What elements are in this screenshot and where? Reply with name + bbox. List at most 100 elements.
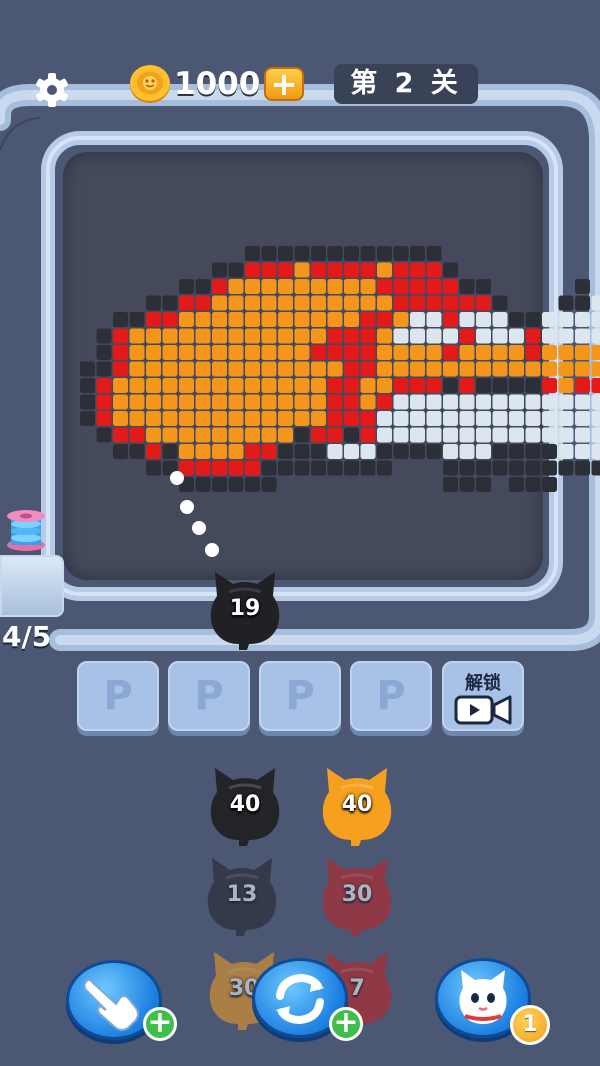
queue-cat[interactable]: 13 [200, 852, 284, 938]
slot-2[interactable]: P [168, 661, 250, 731]
active-cat[interactable]: 19 [203, 566, 287, 652]
pixel-block [179, 444, 194, 459]
pixel-block [162, 312, 178, 327]
pixel-block [344, 378, 359, 393]
pixel-block [212, 328, 227, 344]
pixel-block [212, 345, 227, 360]
pixel-block [245, 444, 260, 459]
pixel-block [195, 328, 211, 344]
pixel-block [278, 262, 293, 278]
hand-booster-add[interactable]: + [143, 1005, 177, 1041]
pixel-block [245, 427, 260, 443]
pixel-block [443, 345, 458, 360]
pixel-block [113, 378, 128, 393]
pixel-block [327, 427, 343, 443]
pixel-block [129, 378, 145, 393]
pixel-block [113, 411, 128, 426]
pixel-block [146, 394, 161, 410]
pixel-block [410, 246, 425, 261]
hand-booster-button[interactable]: + [66, 960, 177, 1041]
pixel-block [344, 328, 359, 344]
pixel-block [278, 444, 293, 459]
pixel-block [377, 279, 392, 294]
pixel-block [459, 361, 475, 377]
pixel-block [294, 361, 310, 377]
pixel-block [509, 394, 524, 410]
pixel-block [443, 460, 458, 476]
pixel-block [212, 279, 227, 294]
pixel-block [96, 378, 112, 393]
pixel-block [228, 460, 244, 476]
gear-icon[interactable] [30, 70, 74, 110]
pixel-block [476, 444, 491, 459]
pixel-block [80, 394, 95, 410]
pixel-block [393, 345, 409, 360]
pixel-block [360, 411, 376, 426]
pixel-block [443, 295, 458, 311]
pixel-block [393, 246, 409, 261]
pixel-block [344, 361, 359, 377]
coin-icon [130, 65, 170, 103]
pixel-block [393, 262, 409, 278]
pixel-block [96, 427, 112, 443]
pixel-block [591, 328, 600, 344]
add-coins-button[interactable]: + [264, 65, 304, 103]
pixel-block [311, 295, 326, 311]
pixel-block [261, 378, 277, 393]
queue-cat-count: 13 [226, 882, 258, 907]
pixel-block [327, 394, 343, 410]
slot-3[interactable]: P [259, 661, 341, 731]
queue-cat[interactable]: 40 [315, 762, 399, 848]
pixel-block [459, 345, 475, 360]
pixel-block [195, 477, 211, 492]
queue-cat[interactable]: 30 [315, 852, 399, 938]
pixel-block [410, 411, 425, 426]
pixel-block [443, 312, 458, 327]
pixel-block [410, 427, 425, 443]
pixel-block [360, 394, 376, 410]
pixel-block [162, 411, 178, 426]
pixel-block [113, 361, 128, 377]
pixel-block [294, 295, 310, 311]
pixel-block [377, 295, 392, 311]
pixel-block [360, 312, 376, 327]
pixel-block [96, 361, 112, 377]
pixel-block [360, 295, 376, 311]
slot-1[interactable]: P [77, 661, 159, 731]
pixel-block [195, 279, 211, 294]
shuffle-booster-button[interactable]: + [252, 958, 363, 1041]
pixel-block [146, 411, 161, 426]
pixel-block [344, 295, 359, 311]
pixel-block [542, 427, 557, 443]
pixel-block [591, 378, 600, 393]
slot-4[interactable]: P [350, 661, 432, 731]
pixel-block [245, 262, 260, 278]
pixel-block [542, 394, 557, 410]
pixel-block [212, 460, 227, 476]
pixel-block [377, 411, 392, 426]
queue-cat[interactable]: 40 [203, 762, 287, 848]
pixel-block [459, 295, 475, 311]
pixel-block [344, 444, 359, 459]
pixel-block [129, 328, 145, 344]
pixel-block [228, 394, 244, 410]
pixel-block [327, 328, 343, 344]
queue-cat-count: 30 [341, 882, 373, 907]
pixel-block [129, 394, 145, 410]
pixel-block [311, 345, 326, 360]
pixel-block [426, 295, 442, 311]
pixel-block [459, 444, 475, 459]
coin-counter: 1000 + [128, 64, 308, 104]
pixel-block [410, 328, 425, 344]
shuffle-booster-add[interactable]: + [329, 1005, 363, 1041]
pixel-block [245, 295, 260, 311]
pixel-block [377, 361, 392, 377]
unlock-slot-button[interactable]: 解锁 [442, 661, 524, 731]
pixel-block [195, 460, 211, 476]
cat-helper-button[interactable]: 1 [435, 958, 550, 1045]
pixel-block [179, 411, 194, 426]
pixel-block [278, 427, 293, 443]
pixel-block [261, 262, 277, 278]
pixel-block [492, 328, 508, 344]
pixel-block [311, 444, 326, 459]
